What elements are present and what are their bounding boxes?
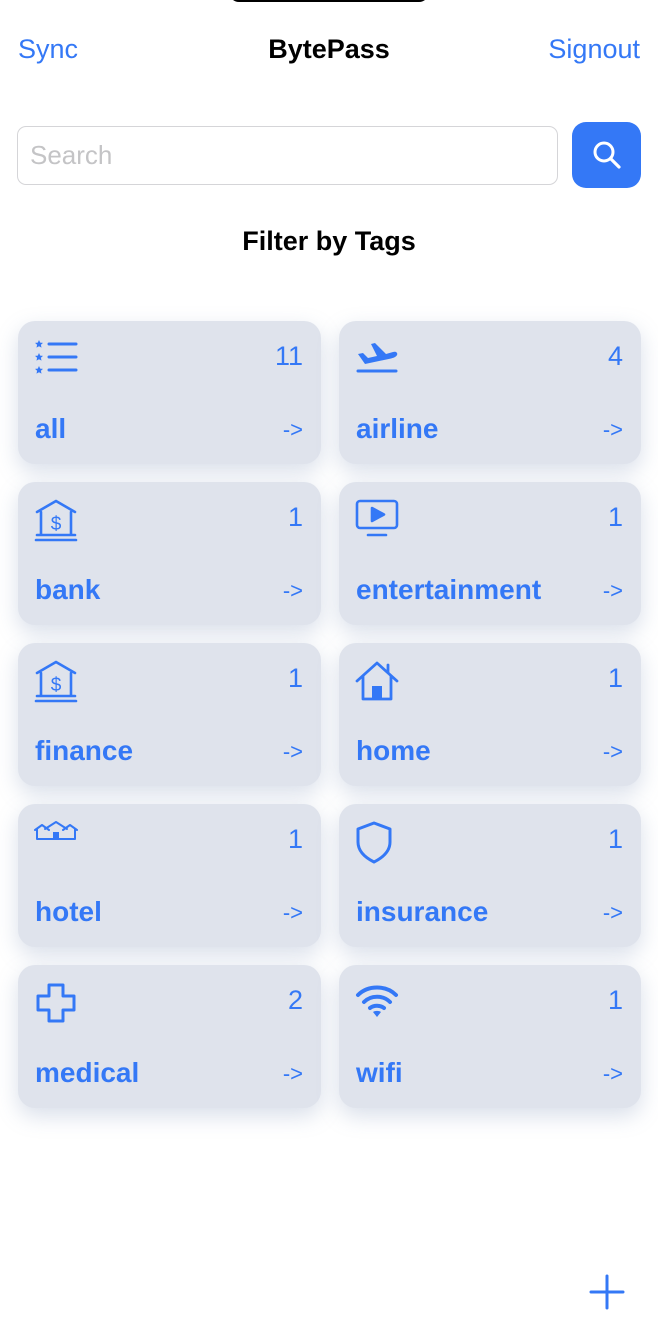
arrow-icon: -> <box>282 900 303 925</box>
tag-count: 2 <box>287 985 303 1015</box>
tag-label: wifi <box>356 1057 403 1088</box>
tag-card-hotel[interactable]: 1 hotel -> <box>18 804 321 947</box>
arrow-icon: -> <box>602 1061 623 1086</box>
tag-count: 1 <box>287 663 303 693</box>
tag-card-insurance[interactable]: 1 insurance -> <box>339 804 641 947</box>
tag-label: hotel <box>35 896 102 927</box>
tag-card-airline[interactable]: 4 airline -> <box>339 321 641 464</box>
tag-count: 1 <box>607 985 623 1015</box>
arrow-icon: -> <box>282 739 303 764</box>
tag-card-all[interactable]: 11 all -> <box>18 321 321 464</box>
tag-label: entertainment <box>356 574 542 605</box>
tag-count: 1 <box>287 502 303 532</box>
tag-label: medical <box>35 1057 140 1088</box>
signout-button[interactable]: Signout <box>548 34 640 65</box>
tag-count: 4 <box>607 341 623 371</box>
arrow-icon: -> <box>602 739 623 764</box>
plus-icon <box>589 1274 625 1310</box>
section-title: Filter by Tags <box>242 226 416 256</box>
tag-count: 1 <box>607 663 623 693</box>
house-icon <box>355 661 399 701</box>
arrow-icon: -> <box>602 900 623 925</box>
airplane-icon <box>356 343 398 373</box>
list-stars-icon <box>35 340 78 374</box>
houses-icon <box>34 821 78 840</box>
tag-label: bank <box>35 574 101 605</box>
tag-card-finance[interactable]: $ 1 finance -> <box>18 643 321 786</box>
arrow-icon: -> <box>602 578 623 603</box>
arrow-icon: -> <box>282 1061 303 1086</box>
tag-card-wifi[interactable]: 1 wifi -> <box>339 965 641 1108</box>
play-rectangle-icon <box>355 499 399 537</box>
shield-icon <box>356 821 392 864</box>
arrow-icon: -> <box>602 417 623 442</box>
tag-count: 1 <box>607 502 623 532</box>
tag-count: 1 <box>287 824 303 854</box>
tag-card-entertainment[interactable]: 1 entertainment -> <box>339 482 641 625</box>
search-input[interactable] <box>17 126 558 185</box>
svg-text:$: $ <box>51 675 62 696</box>
search-button[interactable] <box>572 122 641 188</box>
tag-count: 1 <box>607 824 623 854</box>
search-icon <box>593 141 621 169</box>
tag-card-bank[interactable]: $ 1 bank -> <box>18 482 321 625</box>
tag-label: home <box>356 735 431 766</box>
tag-card-home[interactable]: 1 home -> <box>339 643 641 786</box>
wifi-icon <box>356 985 398 1017</box>
tag-label: airline <box>356 413 439 444</box>
svg-text:$: $ <box>51 514 62 535</box>
navigation-bar: Sync BytePass Signout <box>0 28 658 74</box>
arrow-icon: -> <box>282 417 303 442</box>
bank-icon: $ <box>34 660 78 703</box>
tag-count: 11 <box>274 341 303 371</box>
add-button[interactable] <box>584 1268 630 1314</box>
tag-card-medical[interactable]: 2 medical -> <box>18 965 321 1108</box>
tag-label: all <box>35 413 67 444</box>
tag-label: insurance <box>356 896 489 927</box>
arrow-icon: -> <box>282 578 303 603</box>
bank-icon: $ <box>34 499 78 542</box>
device-notch <box>229 0 429 2</box>
tag-label: finance <box>35 735 134 766</box>
cross-icon <box>36 983 76 1023</box>
tag-grid: 11 all -> 4 airline -> $ 1 bank -> 1 ent… <box>18 321 641 1108</box>
